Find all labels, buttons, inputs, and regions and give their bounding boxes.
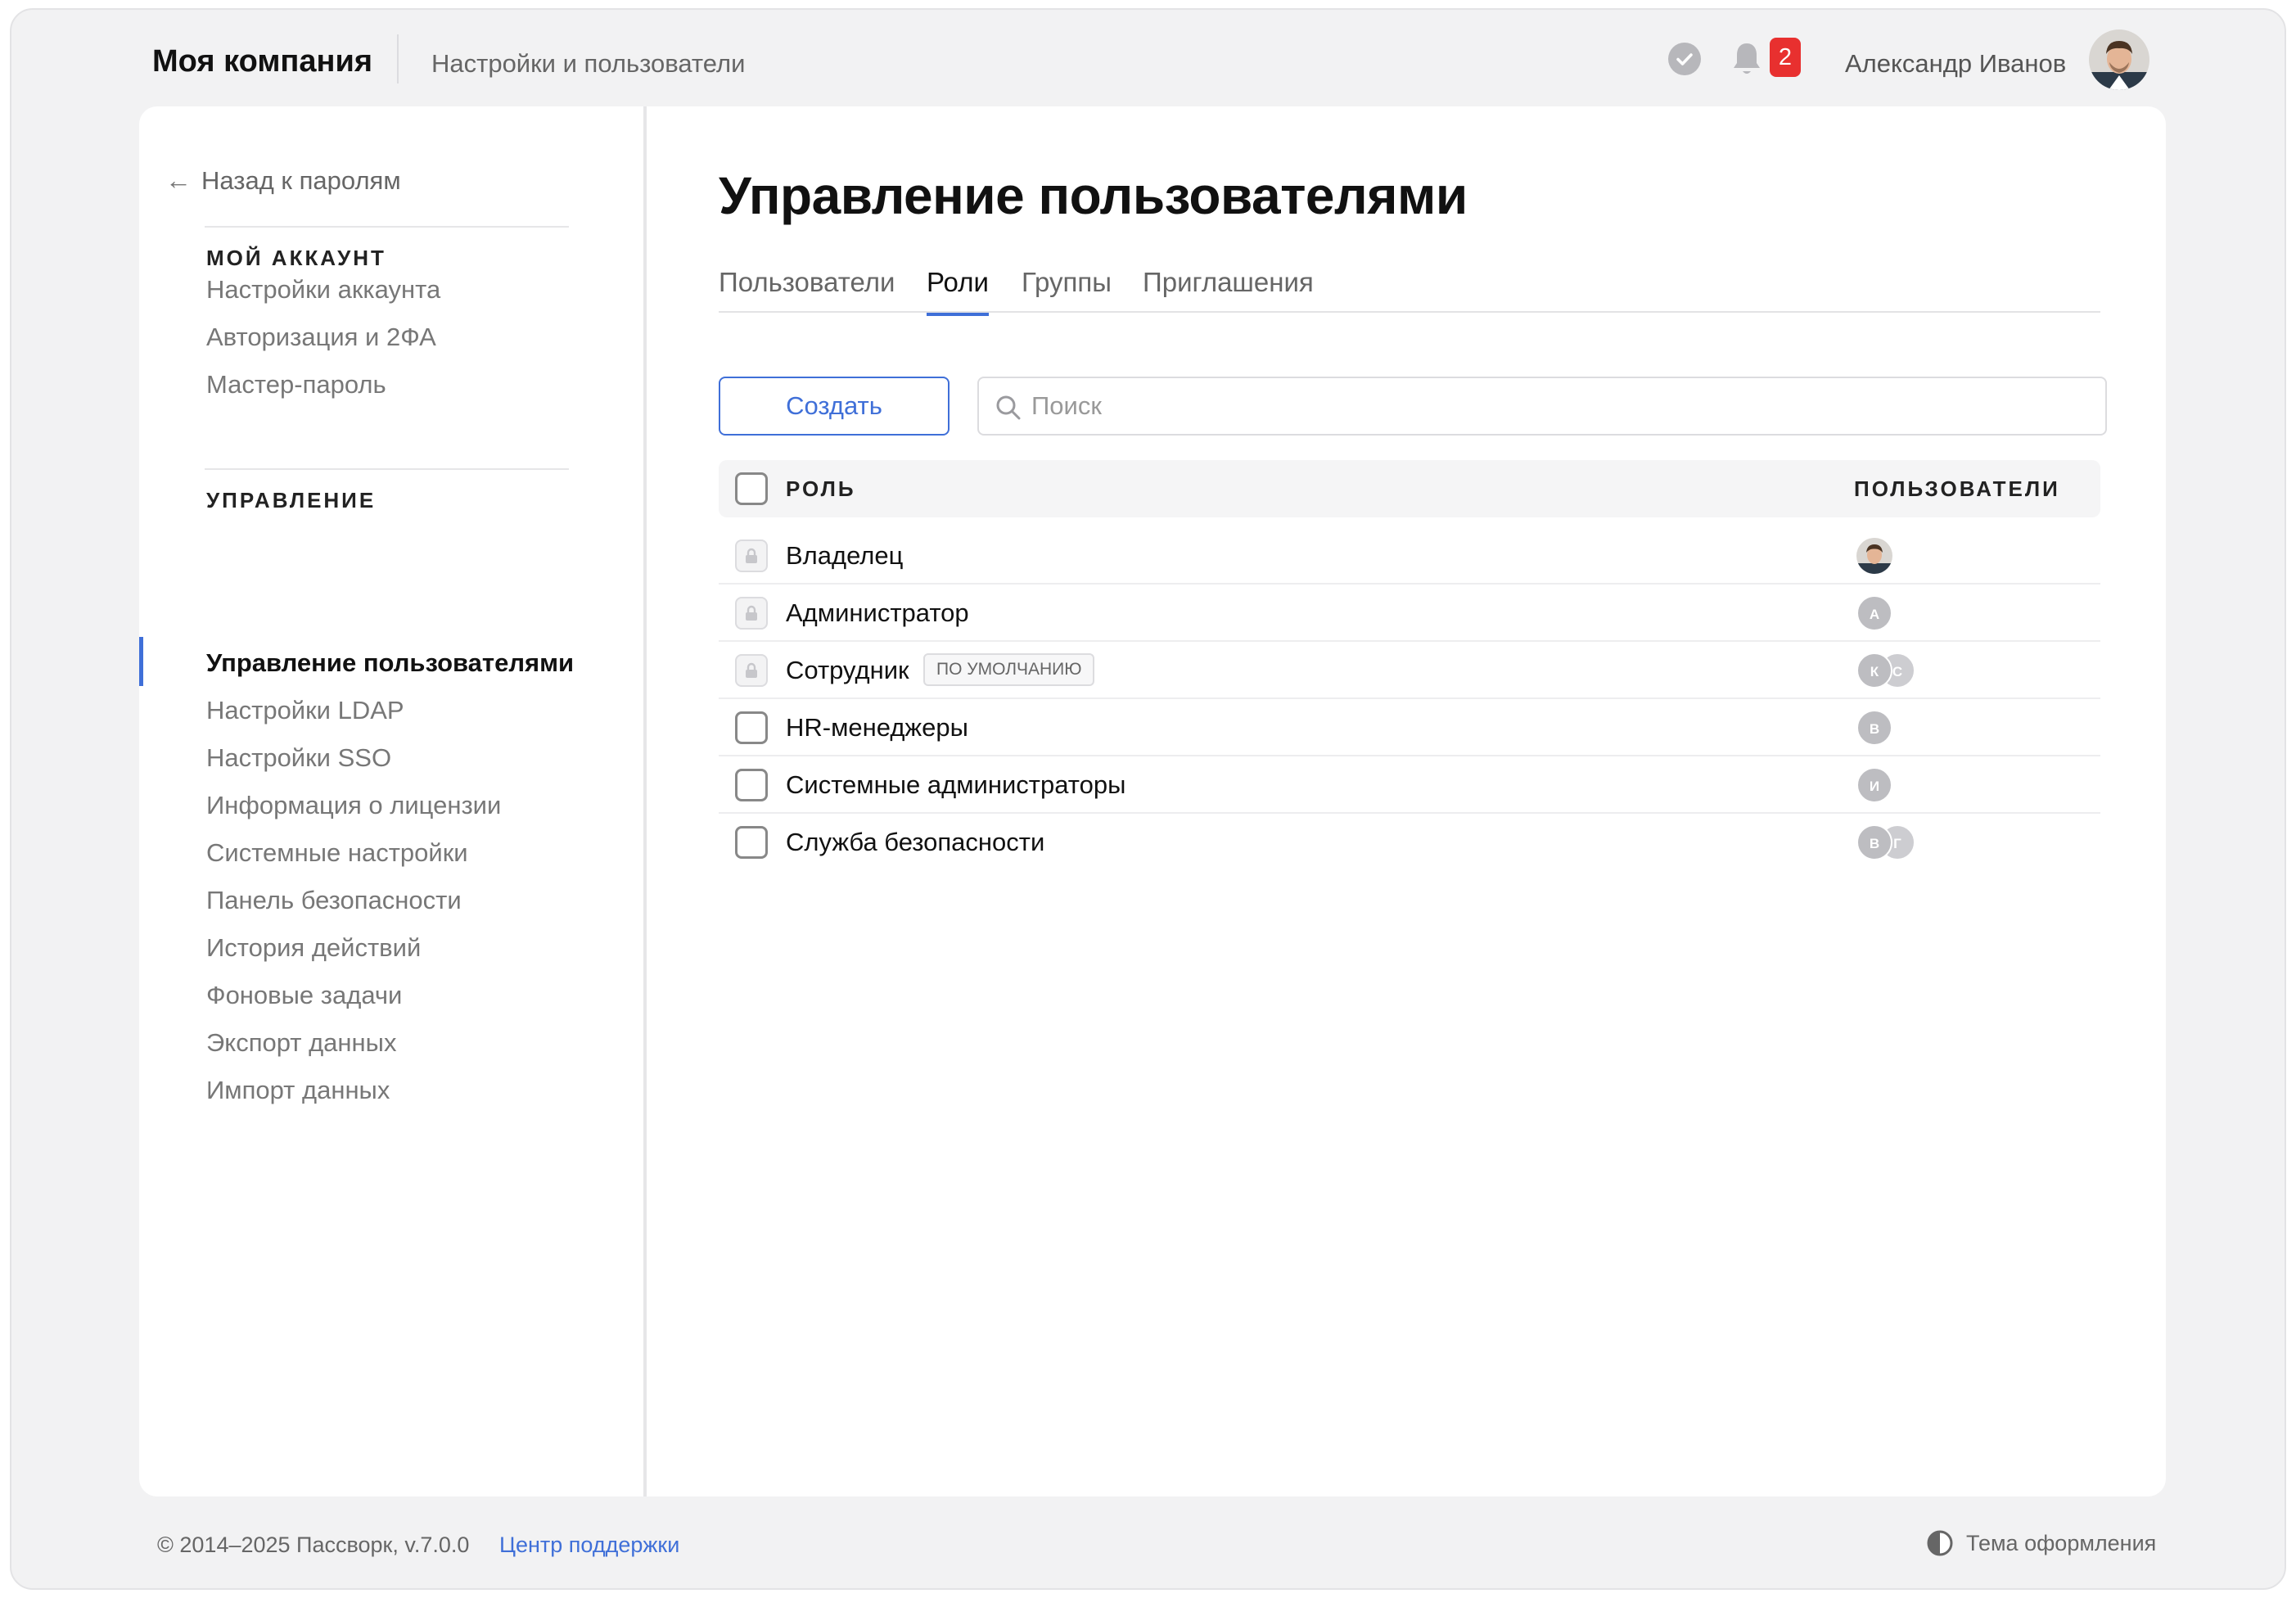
sidebar-heading-management: УПРАВЛЕНИЕ [206,488,377,512]
section-title: Настройки и пользователи [431,49,746,78]
tab-groups[interactable]: Группы [1022,267,1112,298]
table-row[interactable]: Владелец [719,527,2100,585]
sidebar-item-activity-log[interactable]: История действий [206,933,421,963]
check-circle-icon[interactable] [1668,43,1701,75]
row-checkbox-locked [735,539,768,572]
user-avatar[interactable] [2089,29,2149,90]
search-box [977,377,2107,436]
footer-copyright: © 2014–2025 Пассворк, v.7.0.0 [157,1533,470,1557]
search-input[interactable] [1031,378,2095,434]
role-name[interactable]: HR-менеджеры [786,713,968,743]
row-checkbox[interactable] [735,826,768,859]
sidebar-item-data-import[interactable]: Импорт данных [206,1076,390,1105]
user-name[interactable]: Александр Иванов [1845,49,2066,79]
theme-toggle-label: Тема оформления [1966,1530,2157,1555]
sidebar-divider [205,226,569,228]
table-header: РОЛЬ ПОЛЬЗОВАТЕЛИ [719,460,2100,517]
default-badge: ПО УМОЛЧАНИЮ [923,653,1095,686]
row-checkbox-locked [735,597,768,630]
main-content: Управление пользователями Пользователи Р… [647,106,2166,1496]
sidebar-item-sso[interactable]: Настройки SSO [206,743,391,773]
sidebar-item-auth-2fa[interactable]: Авторизация и 2ФА [206,323,436,352]
sidebar-heading-account: МОЙ АККАУНТ [206,246,386,270]
column-header-users[interactable]: ПОЛЬЗОВАТЕЛИ [1854,476,2060,502]
theme-toggle[interactable]: Тема оформления [1925,1528,2156,1558]
notification-count-badge[interactable]: 2 [1770,38,1801,77]
role-name[interactable]: Системные администраторы [786,770,1125,800]
role-name[interactable]: Администратор [786,598,969,628]
active-indicator [139,637,143,686]
column-header-role: РОЛЬ [786,476,856,501]
arrow-left-icon: ← [165,165,192,195]
role-name[interactable]: Служба безопасности [786,828,1044,857]
table-row[interactable]: Системные администраторы И [719,756,2100,814]
role-name[interactable]: Владелец [786,541,903,571]
role-name[interactable]: Сотрудник [786,656,909,685]
user-initial-avatar: В [1856,710,1892,746]
app-window: Моя компания Настройки и пользователи 2 … [10,8,2286,1590]
tab-bar: Пользователи Роли Группы Приглашения [719,255,2100,316]
user-initial-avatar: А [1856,595,1892,631]
sidebar-item-license[interactable]: Информация о лицензии [206,791,501,820]
table-row[interactable]: Администратор А [719,585,2100,642]
sidebar-item-system-settings[interactable]: Системные настройки [206,838,468,868]
back-link-label: Назад к паролям [201,165,401,195]
sidebar-item-data-export[interactable]: Экспорт данных [206,1028,396,1058]
settings-card: ← Назад к паролям МОЙ АККАУНТ Настройки … [139,106,2166,1496]
page-title: Управление пользователями [719,166,1468,225]
table-row[interactable]: Сотрудник ПО УМОЛЧАНИЮ С К [719,642,2100,699]
row-checkbox[interactable] [735,769,768,801]
user-initial-avatar: В [1856,824,1892,860]
sidebar-divider [205,468,569,470]
search-icon [994,393,1023,422]
company-name[interactable]: Моя компания [152,44,372,79]
support-center-link[interactable]: Центр поддержки [499,1533,679,1558]
tab-invitations[interactable]: Приглашения [1143,267,1314,298]
roles-table: РОЛЬ ПОЛЬЗОВАТЕЛИ Владелец Администратор… [719,460,2100,871]
contrast-icon [1925,1528,1955,1558]
user-initial-avatar: И [1856,767,1892,803]
table-row[interactable]: Служба безопасности Г В [719,814,2100,871]
user-avatar [1856,538,1892,574]
top-bar: Моя компания Настройки и пользователи 2 … [11,10,2285,106]
sidebar-item-master-password[interactable]: Мастер-пароль [206,370,386,400]
sidebar-item-background-tasks[interactable]: Фоновые задачи [206,981,402,1010]
lock-icon [746,605,757,621]
header-divider [397,34,399,84]
table-row[interactable]: HR-менеджеры В [719,699,2100,756]
sidebar-item-ldap[interactable]: Настройки LDAP [206,696,404,725]
sidebar-item-security-dashboard[interactable]: Панель безопасности [206,886,462,915]
sidebar-item-account-settings[interactable]: Настройки аккаунта [206,275,440,305]
create-role-button[interactable]: Создать [719,377,950,436]
tab-roles[interactable]: Роли [927,267,989,316]
tab-users[interactable]: Пользователи [719,267,895,298]
user-initial-avatar: К [1856,652,1892,688]
row-checkbox-locked [735,654,768,687]
row-checkbox[interactable] [735,711,768,744]
lock-icon [746,662,757,678]
select-all-checkbox[interactable] [735,472,768,505]
bell-icon[interactable] [1729,39,1765,79]
sidebar: ← Назад к паролям МОЙ АККАУНТ Настройки … [139,106,647,1496]
sidebar-item-user-management[interactable]: Управление пользователями [206,648,574,678]
lock-icon [746,548,757,563]
back-to-passwords-link[interactable]: ← Назад к паролям [165,165,401,196]
